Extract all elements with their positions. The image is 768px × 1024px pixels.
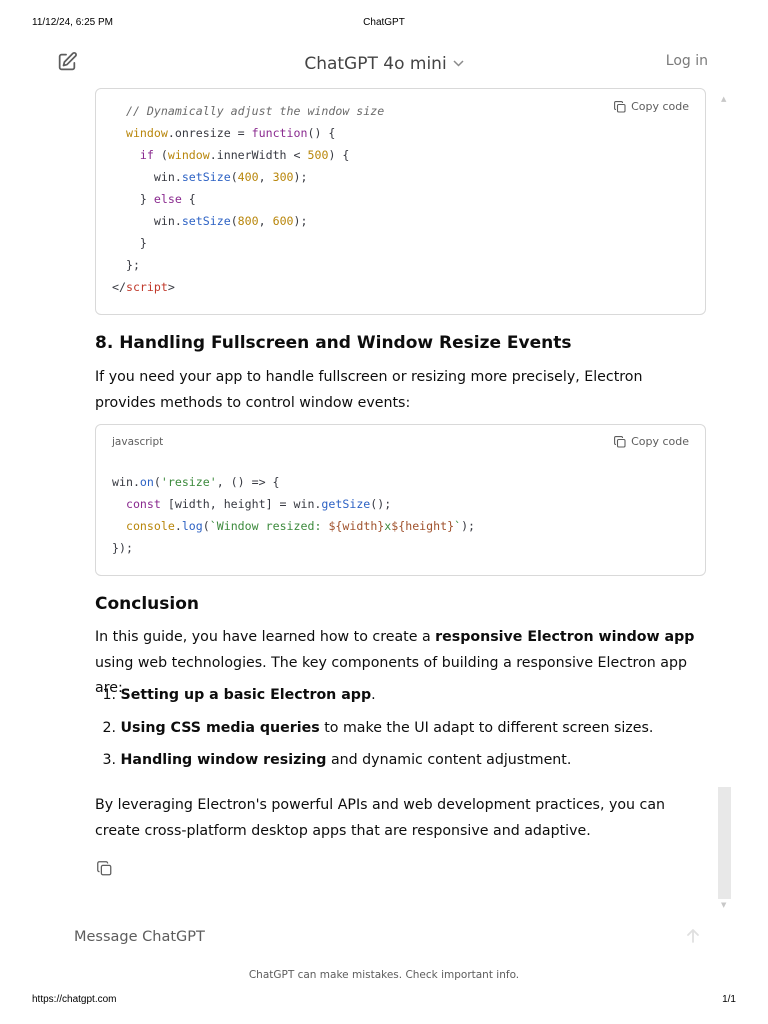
section-heading: 8. Handling Fullscreen and Window Resize… <box>95 333 572 353</box>
conclusion-closing: By leveraging Electron's powerful APIs a… <box>95 797 666 839</box>
login-button[interactable]: Log in <box>666 53 708 69</box>
top-bar: ChatGPT 4o mini Log in <box>0 44 768 80</box>
code-content: // Dynamically adjust the window size wi… <box>112 104 385 294</box>
print-page-title: ChatGPT <box>363 17 405 28</box>
scroll-up-arrow-icon[interactable]: ▲ <box>721 95 726 103</box>
code-block-resize-event: javascript Copy code win.on('resize', ()… <box>95 424 706 576</box>
copy-icon <box>97 861 112 876</box>
list-item: 1. Setting up a basic Electron app. <box>102 687 376 703</box>
send-button[interactable] <box>686 928 700 948</box>
conclusion-heading: Conclusion <box>95 594 199 614</box>
arrow-up-icon <box>687 929 699 943</box>
copy-message-button[interactable] <box>97 861 112 880</box>
copy-icon <box>614 435 626 448</box>
scroll-down-arrow-icon[interactable]: ▼ <box>721 901 726 909</box>
copy-code-button[interactable]: Copy code <box>614 435 689 448</box>
chevron-down-icon <box>453 52 464 72</box>
code-block-onresize: Copy code // Dynamically adjust the wind… <box>95 88 706 315</box>
code-content: win.on('resize', () => { const [width, h… <box>112 475 476 555</box>
model-selector[interactable]: ChatGPT 4o mini <box>0 52 768 74</box>
model-name: ChatGPT 4o mini <box>304 54 447 74</box>
print-url: https://chatgpt.com <box>32 994 117 1005</box>
scrollbar-thumb[interactable] <box>718 787 731 899</box>
disclaimer-text: ChatGPT can make mistakes. Check importa… <box>248 969 520 981</box>
copy-code-button[interactable]: Copy code <box>614 100 689 113</box>
section-intro: If you need your app to handle fullscree… <box>95 369 643 411</box>
list-item: 3. Handling window resizing and dynamic … <box>102 752 572 768</box>
print-page-number: 1/1 <box>722 994 736 1005</box>
message-composer <box>60 922 710 954</box>
code-language-label: javascript <box>112 436 164 448</box>
list-item: 2. Using CSS media queries to make the U… <box>102 720 654 736</box>
copy-icon <box>614 100 626 113</box>
message-input[interactable] <box>60 922 634 952</box>
